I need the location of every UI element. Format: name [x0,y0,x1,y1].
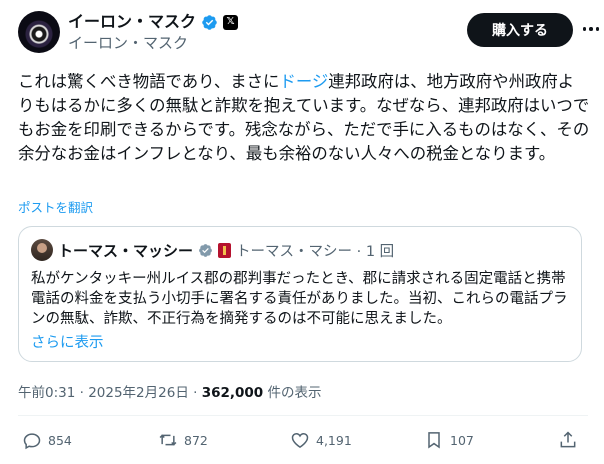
author-names: イーロン・マスク 𝕏 イーロン・マスク [68,12,239,53]
quoted-author-avatar [31,239,53,261]
reply-button[interactable]: 854 [22,430,72,450]
post-metadata: 午前0:31 · 2025年2月26日 · 362,000 件の表示 [18,381,321,401]
show-more-link[interactable]: さらに表示 [31,331,104,352]
share-icon [560,431,576,448]
repost-button[interactable]: 872 [158,430,208,450]
bookmark-button[interactable]: 107 [424,430,474,450]
quoted-verified-badge-icon [199,243,212,257]
action-bar: 854 872 4,191 107 [18,430,584,454]
government-affiliation-icon [218,242,232,258]
divider [18,415,588,416]
like-button[interactable]: 4,191 [290,430,352,450]
author-avatar[interactable] [18,11,60,53]
author-display-name-row[interactable]: イーロン・マスク 𝕏 [68,12,239,32]
share-button[interactable] [558,430,578,450]
heart-icon [291,432,309,448]
author-handle[interactable]: イーロン・マスク [68,33,238,53]
quoted-author-name: トーマス・マッシー [58,241,194,260]
quoted-post-header: トーマス・マッシー トーマス・マシー · 1 回 [31,239,394,261]
post-timestamp[interactable]: 午前0:31 · 2025年2月26日 · [18,385,202,401]
verified-badge-icon [202,14,217,30]
quoted-post-body: 私がケンタッキー州ルイス郡の郡判事だったとき、郡に請求される固定電話と携帯電話の… [31,271,568,327]
reply-icon [23,433,41,450]
bookmark-icon [428,432,440,449]
translate-post-link[interactable]: ポストを翻訳 [18,197,93,216]
post-text: これは驚くべき物語であり、まさにドージ連邦政府は、地方政府や州政府よりもはるかに… [18,70,590,166]
x-logo-icon: 𝕏 [223,14,239,30]
views-count: 362,000 [201,385,264,401]
like-count: 4,191 [316,432,352,448]
more-options-icon[interactable] [578,16,604,42]
views-suffix: 件の表示 [263,385,322,401]
hashtag-link[interactable]: ドージ [279,72,328,91]
quoted-author-handle-time: トーマス・マシー · 1 回 [236,243,395,260]
post-header: イーロン・マスク 𝕏 イーロン・マスク 購入する [18,10,600,56]
repost-count: 872 [184,432,208,448]
bookmark-count: 107 [450,432,474,448]
reply-count: 854 [48,432,72,448]
author-display-name[interactable]: イーロン・マスク [68,12,196,32]
quoted-post[interactable]: トーマス・マッシー トーマス・マシー · 1 回 私がケンタッキー州ルイス郡の郡… [18,226,582,362]
repost-icon [159,434,177,446]
post-text-part-1: これは驚くべき物語であり、まさに [18,72,280,91]
subscribe-button[interactable]: 購入する [467,13,573,47]
